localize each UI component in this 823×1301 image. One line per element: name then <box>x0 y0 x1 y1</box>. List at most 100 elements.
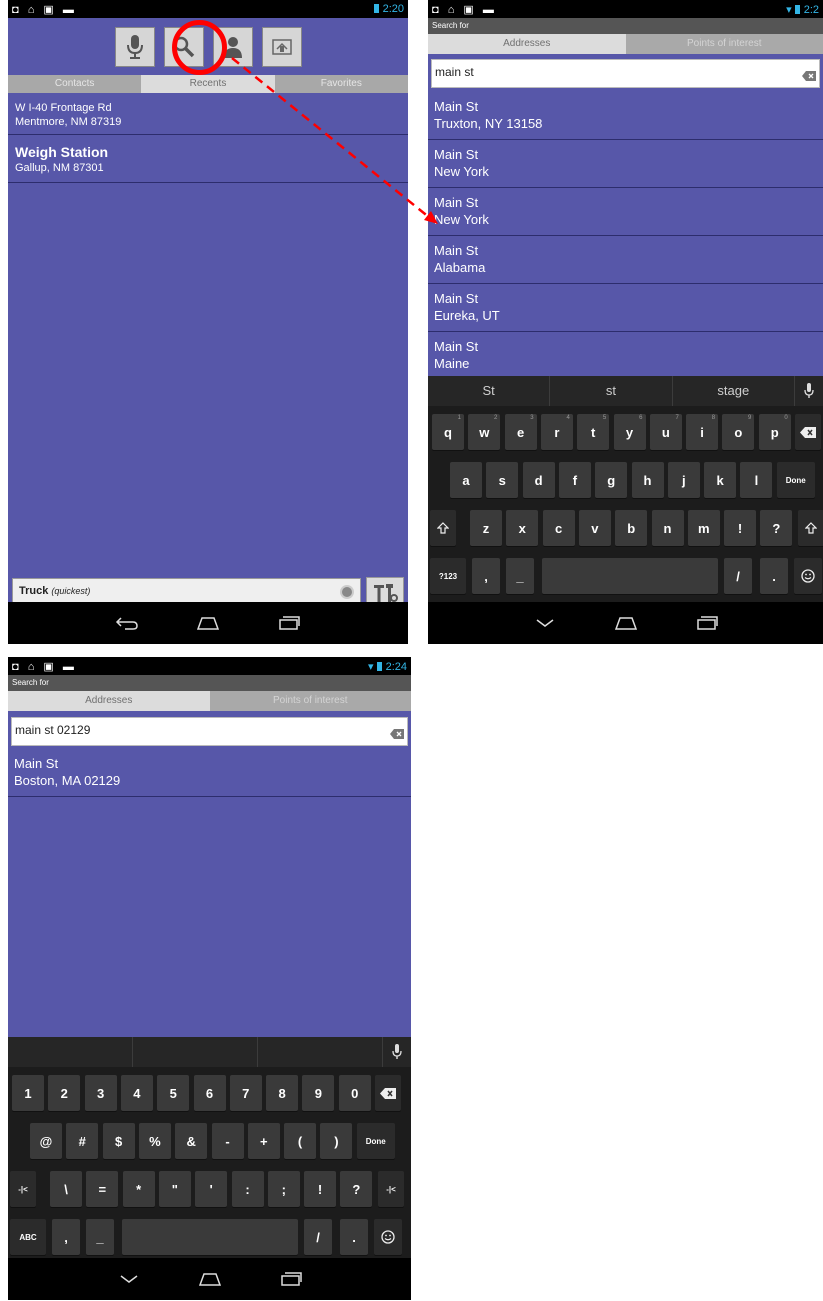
space-key[interactable] <box>542 558 718 594</box>
keyboard-key[interactable]: l <box>740 462 773 498</box>
search-field[interactable] <box>431 59 820 88</box>
tab-addresses[interactable]: Addresses <box>428 34 626 54</box>
keyboard-key[interactable]: + <box>247 1123 280 1159</box>
suggestion[interactable]: St <box>428 376 551 406</box>
side-key[interactable]: -|< <box>378 1171 404 1207</box>
emoji-key[interactable] <box>374 1219 402 1255</box>
keyboard-key[interactable]: \ <box>50 1171 82 1207</box>
keyboard-key[interactable]: ? <box>340 1171 373 1207</box>
home-button[interactable] <box>613 615 639 631</box>
keyboard-key[interactable]: ! <box>724 510 757 546</box>
shift-key[interactable] <box>430 510 456 546</box>
keyboard-key[interactable]: d <box>522 462 555 498</box>
result-item[interactable]: Main St Boston, MA 02129 <box>8 749 411 797</box>
keyboard-key[interactable]: b <box>615 510 648 546</box>
keyboard-key[interactable]: ! <box>304 1171 337 1207</box>
keyboard-key[interactable]: 1 <box>12 1075 44 1111</box>
emoji-key[interactable] <box>794 558 822 594</box>
keyboard-key[interactable]: y6 <box>613 414 646 450</box>
side-key[interactable]: -|< <box>10 1171 36 1207</box>
keyboard-key[interactable]: . <box>340 1219 368 1255</box>
keyboard-key[interactable]: x <box>506 510 539 546</box>
suggestion[interactable]: stage <box>673 376 795 406</box>
keyboard-key[interactable]: * <box>122 1171 155 1207</box>
mode-switch-key[interactable]: ?123 <box>430 558 466 594</box>
space-key[interactable] <box>122 1219 298 1255</box>
recent-item[interactable]: W I-40 Frontage Rd Mentmore, NM 87319 <box>8 93 408 135</box>
keyboard-key[interactable]: s <box>486 462 519 498</box>
keyboard-key[interactable]: @ <box>30 1123 62 1159</box>
keyboard-key[interactable]: 4 <box>120 1075 153 1111</box>
result-item[interactable]: Main St Truxton, NY 13158 <box>428 92 823 140</box>
keyboard-key[interactable]: 0 <box>338 1075 371 1111</box>
keyboard-key[interactable]: / <box>304 1219 332 1255</box>
back-button[interactable] <box>114 615 140 631</box>
keyboard-mic-button[interactable] <box>383 1037 411 1067</box>
keyboard-key[interactable]: r4 <box>540 414 573 450</box>
keyboard-key[interactable]: $ <box>102 1123 135 1159</box>
map-button[interactable] <box>261 26 302 67</box>
keyboard-key[interactable]: 9 <box>302 1075 335 1111</box>
keyboard-key[interactable]: ' <box>195 1171 228 1207</box>
keyboard-key[interactable]: 7 <box>229 1075 262 1111</box>
keyboard-key[interactable]: % <box>138 1123 171 1159</box>
tab-favorites[interactable]: Favorites <box>274 75 408 93</box>
keyboard-key[interactable]: 8 <box>266 1075 299 1111</box>
keyboard-key[interactable]: : <box>231 1171 264 1207</box>
keyboard-mic-button[interactable] <box>795 376 823 406</box>
recent-item[interactable]: Weigh Station Gallup, NM 87301 <box>8 135 408 183</box>
recents-button[interactable] <box>694 615 720 631</box>
keyboard-key[interactable]: - <box>211 1123 244 1159</box>
keyboard-key[interactable]: ) <box>320 1123 353 1159</box>
keyboard-key[interactable]: , <box>472 558 500 594</box>
recents-button[interactable] <box>276 615 302 631</box>
keyboard-key[interactable]: _ <box>86 1219 114 1255</box>
keyboard-key[interactable]: q1 <box>432 414 464 450</box>
keyboard-key[interactable]: 6 <box>193 1075 226 1111</box>
keyboard-key[interactable]: / <box>724 558 752 594</box>
keyboard-key[interactable]: c <box>542 510 575 546</box>
keyboard-key[interactable]: = <box>86 1171 119 1207</box>
keyboard-key[interactable]: 3 <box>84 1075 117 1111</box>
keyboard-key[interactable]: , <box>52 1219 80 1255</box>
clear-button[interactable] <box>802 68 816 86</box>
keyboard-key[interactable]: . <box>760 558 788 594</box>
tab-recents[interactable]: Recents <box>141 75 275 93</box>
result-item[interactable]: Main St Maine <box>428 332 823 380</box>
clear-button[interactable] <box>390 726 404 744</box>
suggestion[interactable] <box>8 1037 133 1067</box>
home-button[interactable] <box>195 615 221 631</box>
keyboard-key[interactable]: z <box>470 510 502 546</box>
shift-key[interactable] <box>798 510 823 546</box>
keyboard-key[interactable]: n <box>651 510 684 546</box>
tab-contacts[interactable]: Contacts <box>8 75 142 93</box>
search-field[interactable] <box>11 717 408 746</box>
backspace-key[interactable] <box>795 414 821 450</box>
tab-points-of-interest[interactable]: Points of interest <box>625 34 823 54</box>
result-item[interactable]: Main St Eureka, UT <box>428 284 823 332</box>
keyboard-key[interactable]: " <box>158 1171 191 1207</box>
backspace-key[interactable] <box>375 1075 401 1111</box>
keyboard-key[interactable]: j <box>667 462 700 498</box>
search-input[interactable] <box>15 723 315 737</box>
keyboard-key[interactable]: p0 <box>758 414 791 450</box>
suggestion[interactable] <box>133 1037 258 1067</box>
keyboard-key[interactable]: o9 <box>722 414 755 450</box>
mode-switch-key[interactable]: ABC <box>10 1219 46 1255</box>
keyboard-key[interactable]: v <box>578 510 611 546</box>
keyboard-key[interactable]: k <box>704 462 737 498</box>
result-item[interactable]: Main St New York <box>428 188 823 236</box>
keyboard-key[interactable]: h <box>631 462 664 498</box>
done-key[interactable]: Done <box>356 1123 395 1159</box>
keyboard-key[interactable]: _ <box>506 558 534 594</box>
hide-keyboard-button[interactable] <box>532 615 558 631</box>
keyboard-key[interactable]: ( <box>284 1123 317 1159</box>
keyboard-key[interactable]: g <box>595 462 628 498</box>
done-key[interactable]: Done <box>776 462 815 498</box>
suggestion[interactable] <box>258 1037 383 1067</box>
result-item[interactable]: Main St New York <box>428 140 823 188</box>
keyboard-key[interactable]: & <box>175 1123 208 1159</box>
keyboard-key[interactable]: w2 <box>468 414 501 450</box>
keyboard-key[interactable]: # <box>66 1123 99 1159</box>
voice-search-button[interactable] <box>114 26 155 67</box>
